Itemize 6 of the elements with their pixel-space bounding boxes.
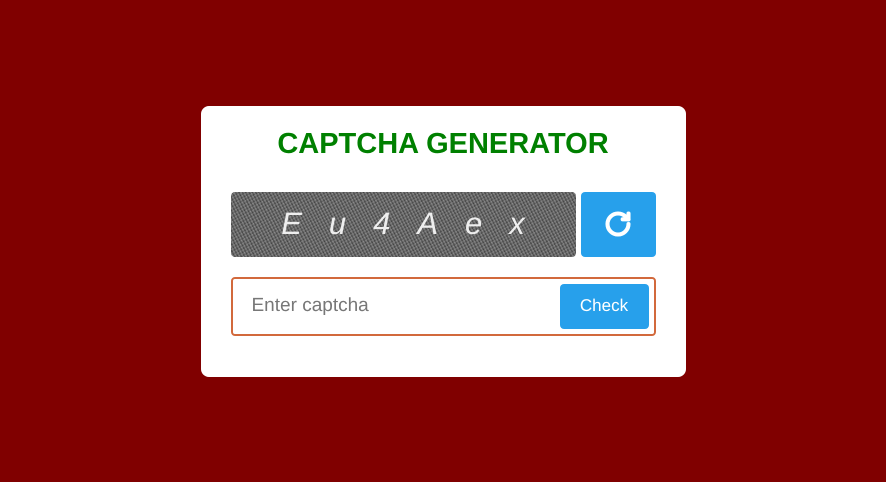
refresh-icon — [604, 210, 632, 238]
page-title: CAPTCHA GENERATOR — [277, 126, 609, 162]
answer-field[interactable]: Enter captcha Check — [230, 276, 656, 336]
captcha-image: Eu4Aex — [230, 192, 576, 256]
check-button[interactable]: Check — [560, 284, 648, 328]
refresh-button[interactable] — [580, 192, 656, 256]
